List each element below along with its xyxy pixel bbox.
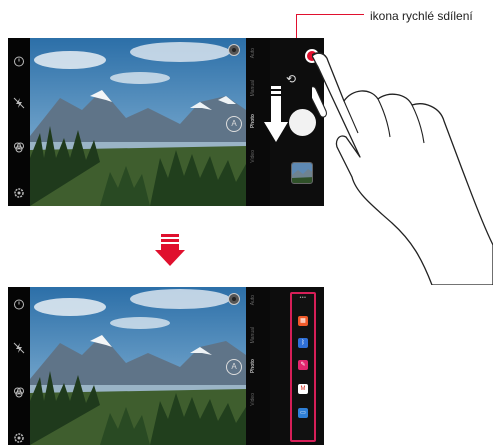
settings-gear-icon[interactable] — [13, 186, 25, 198]
mode-item-auto[interactable]: Auto — [250, 295, 264, 305]
switch-camera-icon[interactable]: ⟲ — [284, 72, 298, 86]
mode-item-photo[interactable]: Photo — [250, 114, 264, 128]
lens-toggle-icon[interactable] — [228, 44, 240, 56]
hand-gesture-illustration — [312, 52, 493, 285]
transition-arrow-icon — [155, 234, 185, 266]
message-icon[interactable]: ▭ — [298, 408, 308, 418]
landscape-preview-image — [30, 287, 246, 445]
flash-off-icon[interactable] — [13, 341, 25, 354]
mode-selector[interactable]: Auto Manual Photo Video — [246, 287, 270, 445]
settings-gear-icon[interactable] — [13, 431, 25, 443]
gmail-icon[interactable]: M — [298, 384, 308, 394]
bluetooth-icon[interactable]: ᛒ — [298, 338, 308, 348]
camera-viewfinder[interactable]: A — [30, 38, 246, 206]
filter-icon[interactable] — [13, 140, 25, 153]
gallery-app-icon[interactable]: ▦ — [298, 316, 308, 326]
callout-label: ikona rychlé sdílení — [370, 9, 473, 23]
timer-icon[interactable] — [13, 297, 25, 310]
mode-item-photo[interactable]: Photo — [250, 359, 264, 373]
mode-item-manual[interactable]: Manual — [250, 327, 264, 343]
camera-screen-top: A Auto Manual Photo Video ⟲ — [8, 38, 324, 206]
landscape-preview-image — [30, 38, 246, 206]
flash-off-icon[interactable] — [13, 96, 25, 109]
lens-toggle-icon[interactable] — [228, 293, 240, 305]
camera-viewfinder[interactable]: A — [30, 287, 246, 445]
left-toolbar — [8, 38, 30, 206]
mode-item-video[interactable]: Video — [250, 150, 264, 163]
mode-item-video[interactable]: Video — [250, 393, 264, 406]
quick-share-panel[interactable]: ••• ▦ ᛒ ✎ M ▭ — [290, 292, 316, 442]
pen-app-icon[interactable]: ✎ — [298, 360, 308, 370]
callout-line-horizontal — [296, 14, 364, 15]
swipe-down-arrow-icon — [264, 86, 288, 142]
timer-icon[interactable] — [13, 54, 25, 67]
focus-mode-icon[interactable]: A — [226, 116, 242, 132]
mode-item-auto[interactable]: Auto — [250, 48, 264, 58]
gallery-thumbnail[interactable] — [291, 162, 313, 184]
left-toolbar — [8, 287, 30, 445]
share-panel-handle[interactable]: ••• — [298, 296, 308, 301]
focus-mode-icon[interactable]: A — [226, 359, 242, 375]
mode-item-manual[interactable]: Manual — [250, 80, 264, 96]
filter-icon[interactable] — [13, 385, 25, 398]
camera-screen-bottom: A Auto Manual Photo Video ••• ▦ ᛒ ✎ M ▭ — [8, 287, 324, 445]
